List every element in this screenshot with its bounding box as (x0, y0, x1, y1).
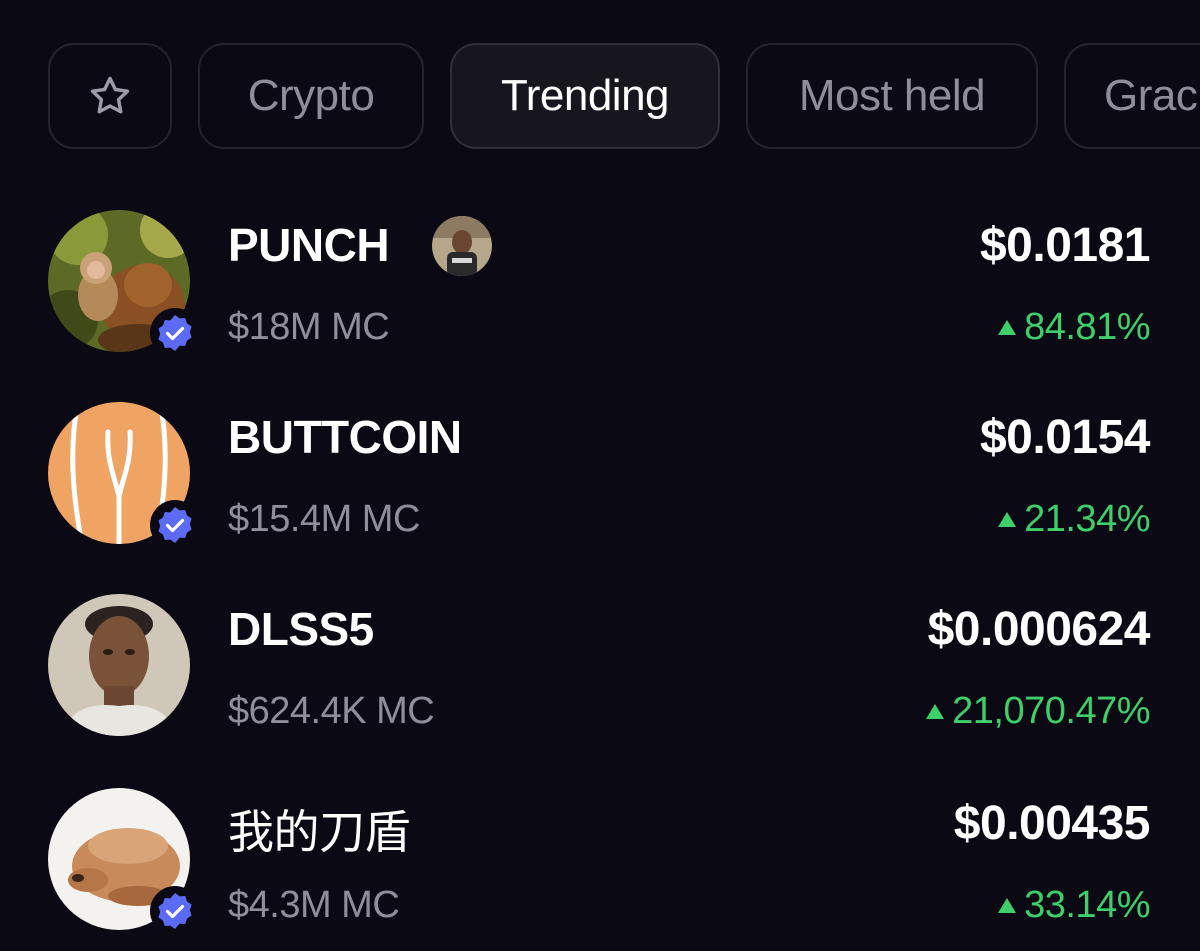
category-tabs: Crypto Trending Most held Grac (0, 0, 1200, 180)
token-market-cap: $18M MC (228, 306, 390, 348)
token-row-punch[interactable]: PUNCH $18M MC $0.0181 84.81% (0, 210, 1200, 360)
tab-most-held[interactable]: Most held (746, 43, 1038, 149)
token-name: BUTTCOIN (228, 411, 462, 463)
token-change-value: 84.81% (1024, 306, 1150, 348)
token-change-value: 21.34% (1024, 498, 1150, 540)
star-icon (90, 76, 130, 114)
token-name: 我的刀盾 (228, 806, 411, 858)
up-arrow-icon (998, 512, 1017, 527)
creator-avatar[interactable] (432, 216, 492, 276)
up-arrow-icon (998, 898, 1017, 913)
token-market-cap: $15.4M MC (228, 498, 420, 540)
verified-badge-icon (150, 500, 200, 550)
token-change: 21,070.47% (926, 690, 1150, 733)
token-avatar (48, 594, 190, 736)
tab-favorites[interactable] (48, 43, 172, 149)
token-row-dao-dun[interactable]: 我的刀盾 $4.3M MC $0.00435 33.14% (0, 788, 1200, 938)
verified-badge-icon (150, 886, 200, 936)
tab-trending[interactable]: Trending (450, 43, 720, 149)
token-name: PUNCH (228, 219, 390, 271)
up-arrow-icon (926, 704, 945, 719)
up-arrow-icon (998, 320, 1017, 335)
token-name: DLSS5 (228, 603, 374, 655)
token-market-cap: $624.4K MC (228, 690, 435, 732)
token-price: $0.00435 (953, 797, 1151, 850)
token-change: 21.34% (998, 498, 1150, 541)
token-change: 33.14% (998, 884, 1150, 927)
verified-badge-icon (150, 308, 200, 358)
token-change-value: 33.14% (1024, 884, 1150, 926)
token-change: 84.81% (998, 306, 1150, 349)
tab-crypto[interactable]: Crypto (198, 43, 424, 149)
token-row-buttcoin[interactable]: BUTTCOIN $15.4M MC $0.0154 21.34% (0, 402, 1200, 552)
tab-graduated[interactable]: Grac (1064, 43, 1200, 149)
token-price: $0.000624 (927, 603, 1151, 656)
token-change-value: 21,070.47% (952, 690, 1150, 732)
token-market-cap: $4.3M MC (228, 884, 400, 926)
token-price: $0.0181 (979, 219, 1151, 272)
token-row-dlss5[interactable]: DLSS5 $624.4K MC $0.000624 21,070.47% (0, 594, 1200, 744)
token-price: $0.0154 (979, 411, 1151, 464)
